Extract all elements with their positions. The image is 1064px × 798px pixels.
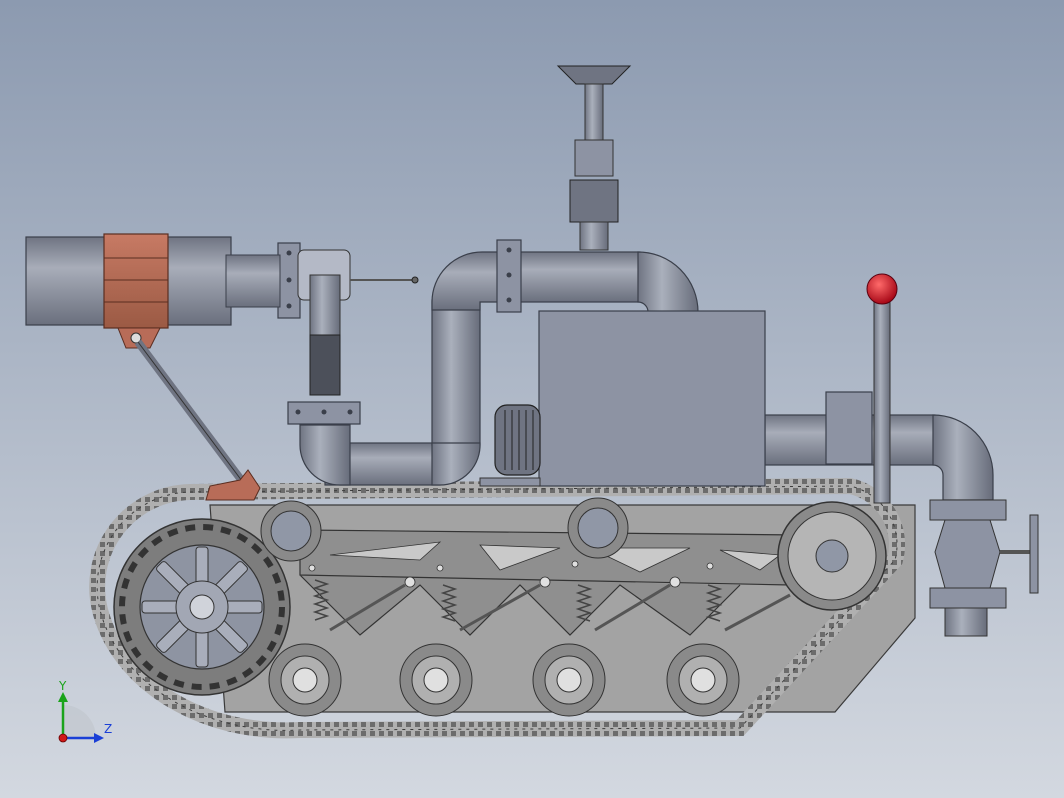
cad-viewport[interactable]: Y Z bbox=[0, 0, 1064, 798]
front-idler-wheel bbox=[777, 501, 887, 611]
drive-sprocket bbox=[113, 518, 291, 696]
water-tank bbox=[538, 310, 766, 487]
lever-knob[interactable] bbox=[866, 273, 898, 305]
right-pipe-collar bbox=[825, 391, 873, 465]
valve-handwheel[interactable] bbox=[1029, 514, 1039, 594]
y-axis-label: Y bbox=[58, 679, 67, 693]
z-axis-label: Z bbox=[104, 722, 112, 736]
vertical-riser bbox=[431, 299, 481, 446]
barrel-clamp bbox=[103, 233, 169, 329]
triad-origin bbox=[58, 733, 68, 743]
crawler-track-assembly bbox=[89, 477, 916, 739]
